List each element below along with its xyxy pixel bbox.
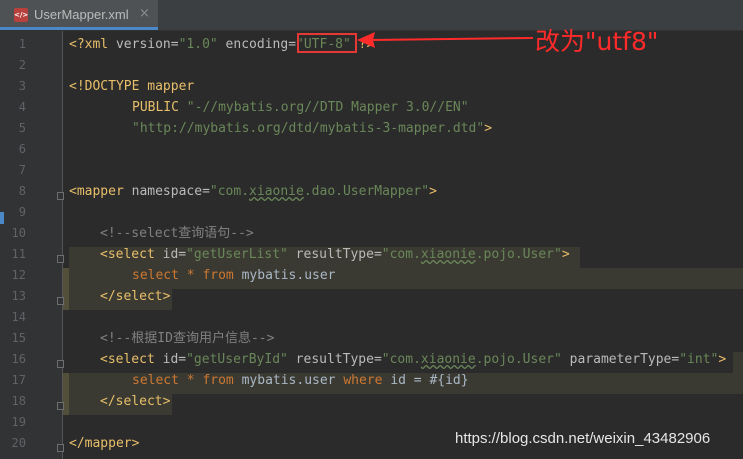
code-line-3[interactable]: <!DOCTYPE mapper (69, 76, 194, 97)
code-line-12[interactable]: select * from mybatis.user (132, 265, 336, 286)
line-number: 14 (11, 310, 26, 324)
code-line-18[interactable]: </select> (100, 391, 170, 412)
code-line-13[interactable]: </select> (100, 286, 170, 307)
xml-file-icon: </> (14, 8, 28, 22)
line-number: 20 (11, 436, 26, 450)
line-number: 8 (18, 184, 26, 198)
code-line-20[interactable]: </mapper> (69, 433, 139, 454)
code-line-11[interactable]: <select id="getUserList" resultType="com… (100, 244, 570, 265)
tab-usermapper-xml[interactable]: </> UserMapper.xml × (0, 0, 158, 30)
line-number: 9 (18, 205, 26, 219)
line-number: 3 (18, 79, 26, 93)
line-number: 12 (11, 268, 26, 282)
gutter-highlight-12 (63, 268, 69, 289)
line-number: 4 (18, 100, 26, 114)
code-line-5[interactable]: "http://mybatis.org/dtd/mybatis-3-mapper… (132, 118, 492, 139)
close-icon[interactable]: × (139, 6, 150, 21)
annotation-arrow-icon (357, 32, 534, 48)
code-line-4[interactable]: PUBLIC "-//mybatis.org//DTD Mapper 3.0//… (132, 97, 469, 118)
line-number: 18 (11, 394, 26, 408)
fold-marker-11[interactable] (57, 255, 64, 263)
code-line-10[interactable]: <!--select查询语句--> (100, 223, 254, 244)
fold-marker-18[interactable] (57, 402, 64, 410)
line-number: 6 (18, 142, 26, 156)
line-number: 19 (11, 415, 26, 429)
code-line-16[interactable]: <select id="getUserById" resultType="com… (100, 349, 726, 370)
fold-marker-13[interactable] (57, 297, 64, 305)
fold-marker-20[interactable] (57, 444, 64, 452)
gutter-highlight-17 (63, 373, 69, 394)
annotation-text: 改为"utf8" (535, 27, 659, 56)
line-number: 10 (11, 226, 26, 240)
highlight-line-16 (733, 352, 743, 373)
line-number: 11 (11, 247, 26, 261)
tab-title: UserMapper.xml (34, 7, 129, 22)
line-number: 15 (11, 331, 26, 345)
code-line-17[interactable]: select * from mybatis.user where id = #{… (132, 370, 469, 391)
code-line-8[interactable]: <mapper namespace="com.xiaonie.dao.UserM… (69, 181, 437, 202)
fold-marker-16[interactable] (57, 360, 64, 368)
line-number: 2 (18, 58, 26, 72)
line-number: 16 (11, 352, 26, 366)
watermark: https://blog.csdn.net/weixin_43482906 (455, 430, 711, 447)
line-number: 17 (11, 373, 26, 387)
encoding-highlight-box (297, 33, 357, 53)
line-number: 5 (18, 121, 26, 135)
line-number: 7 (18, 163, 26, 177)
line-number: 1 (18, 37, 26, 51)
fold-marker-8[interactable] (57, 192, 64, 200)
code-line-15[interactable]: <!--根据ID查询用户信息--> (100, 328, 274, 349)
line-number: 13 (11, 289, 26, 303)
